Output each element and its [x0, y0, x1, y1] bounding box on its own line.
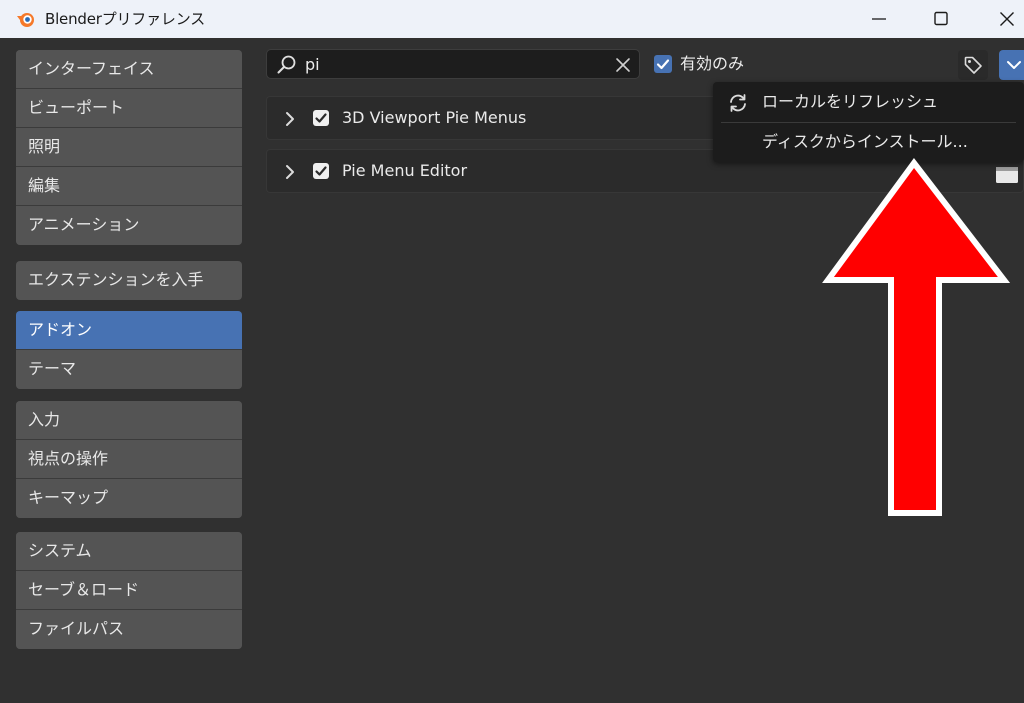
sidebar-item-themes[interactable]: テーマ	[16, 350, 242, 389]
sidebar-item-input[interactable]: 入力	[16, 401, 242, 440]
sidebar-item-interface[interactable]: インターフェイス	[16, 50, 242, 89]
preferences-panel-icon[interactable]	[995, 166, 1019, 184]
clear-search-icon[interactable]	[615, 57, 631, 73]
close-button[interactable]	[984, 0, 1024, 38]
install-from-disk-label: ディスクからインストール...	[762, 132, 968, 151]
install-from-disk-menu-item[interactable]: ディスクからインストール...	[713, 123, 1024, 161]
title-bar: Blenderプリファレンス	[0, 0, 1024, 38]
sidebar-item-file-paths[interactable]: ファイルパス	[16, 610, 242, 649]
sidebar-item-get-extensions[interactable]: エクステンションを入手	[16, 261, 242, 300]
sidebar-item-navigation[interactable]: 視点の操作	[16, 440, 242, 479]
sidebar-item-addons[interactable]: アドオン	[16, 311, 242, 350]
refresh-local-menu-item[interactable]: ローカルをリフレッシュ	[713, 83, 1024, 121]
nav-group-addons: アドオン テーマ	[16, 311, 242, 389]
addon-enabled-checkbox[interactable]	[313, 110, 329, 126]
close-icon	[1000, 12, 1014, 26]
check-icon	[315, 166, 327, 176]
sidebar-item-lights[interactable]: 照明	[16, 128, 242, 167]
blender-logo-icon	[17, 13, 34, 27]
maximize-icon	[934, 11, 948, 26]
sidebar-item-editing[interactable]: 編集	[16, 167, 242, 206]
chevron-down-icon	[1007, 61, 1021, 69]
extensions-menu-button[interactable]	[999, 50, 1024, 80]
tag-filter-button[interactable]	[958, 50, 988, 80]
chevron-right-icon[interactable]	[283, 110, 297, 128]
enabled-only-checkbox[interactable]	[654, 55, 672, 73]
refresh-local-label: ローカルをリフレッシュ	[762, 92, 939, 111]
check-icon	[656, 59, 670, 70]
tag-icon	[964, 56, 982, 74]
nav-group-extensions: エクステンションを入手	[16, 261, 242, 300]
sidebar-item-save-load[interactable]: セーブ＆ロード	[16, 571, 242, 610]
enabled-only-label: 有効のみ	[680, 54, 745, 73]
sidebar: インターフェイス ビューポート 照明 編集 アニメーション エクステンションを入…	[0, 38, 256, 703]
addon-name: 3D Viewport Pie Menus	[342, 108, 527, 127]
window-title: Blenderプリファレンス	[45, 10, 206, 28]
addon-name: Pie Menu Editor	[342, 161, 468, 180]
refresh-icon	[730, 94, 746, 112]
maximize-button[interactable]	[918, 0, 964, 38]
extensions-dropdown-menu: ローカルをリフレッシュ ディスクからインストール...	[713, 82, 1024, 162]
check-icon	[315, 113, 327, 123]
search-input[interactable]	[305, 54, 605, 74]
nav-group-input: 入力 視点の操作 キーマップ	[16, 401, 242, 518]
minimize-button[interactable]	[856, 0, 902, 38]
minimize-icon	[872, 18, 886, 20]
sidebar-item-viewport[interactable]: ビューポート	[16, 89, 242, 128]
nav-group-system: システム セーブ＆ロード ファイルパス	[16, 532, 242, 649]
search-field[interactable]	[266, 49, 640, 79]
sidebar-item-keymap[interactable]: キーマップ	[16, 479, 242, 518]
sidebar-item-animation[interactable]: アニメーション	[16, 206, 242, 245]
search-icon	[277, 55, 296, 74]
chevron-right-icon[interactable]	[283, 163, 297, 181]
addon-enabled-checkbox[interactable]	[313, 163, 329, 179]
sidebar-item-system[interactable]: システム	[16, 532, 242, 571]
nav-group-general: インターフェイス ビューポート 照明 編集 アニメーション	[16, 50, 242, 245]
